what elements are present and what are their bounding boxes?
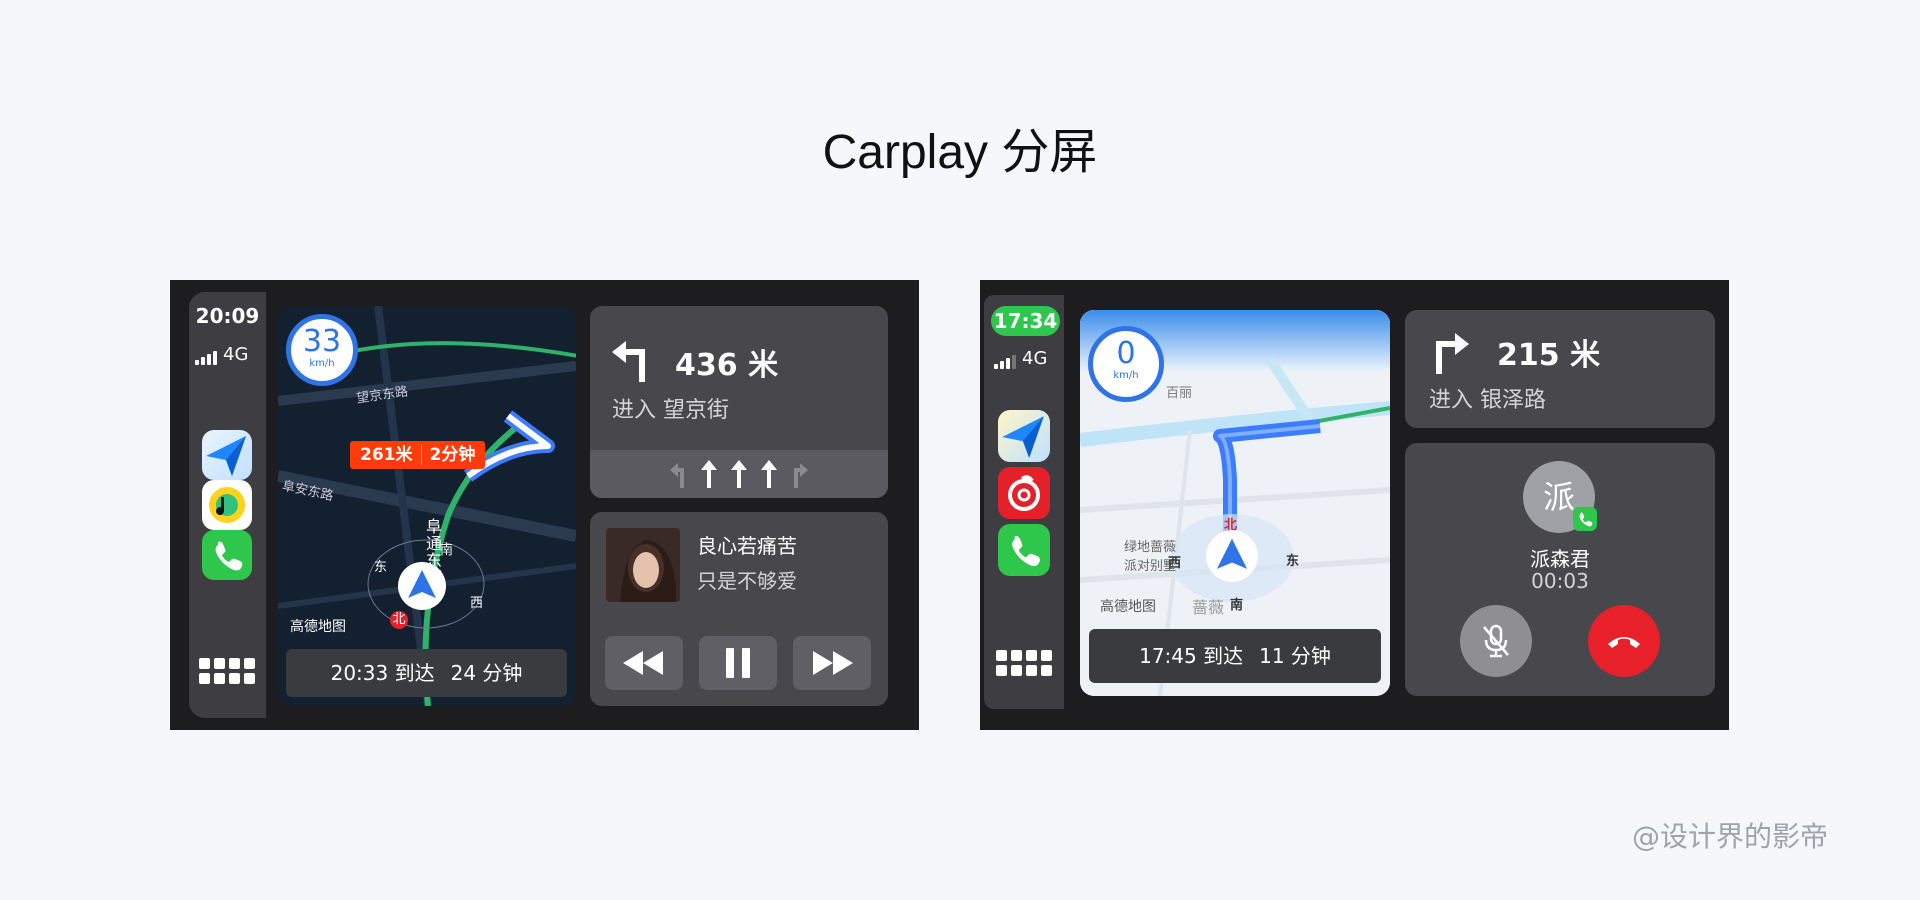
- lane-slight-right-icon: [794, 463, 808, 488]
- eta-remaining: 11 分钟: [1259, 644, 1331, 668]
- signal-bars-icon: [994, 355, 1016, 369]
- watermark: @设计界的影帝: [1631, 820, 1828, 853]
- speed-value: 33: [302, 324, 342, 359]
- nav-instruction-card[interactable]: 436 米 进入 望京街: [590, 306, 888, 498]
- nav-street: 进入 银泽路: [1429, 388, 1546, 413]
- qq-music-icon[interactable]: [202, 480, 252, 530]
- fast-forward-icon: [813, 651, 853, 675]
- eta-arrival: 17:45 到达: [1139, 644, 1244, 668]
- amap-icon[interactable]: [202, 430, 252, 480]
- dock-sidebar: 20:09 4G: [189, 292, 266, 718]
- active-call-card: 派 派森君 00:03: [1405, 443, 1715, 696]
- netease-music-icon[interactable]: [998, 467, 1050, 519]
- speed-unit: km/h: [1113, 370, 1139, 381]
- nav-instruction-card[interactable]: 215 米 进入 银泽路: [1405, 310, 1715, 428]
- signal-bars-icon: [195, 351, 217, 365]
- compass-north: 北: [390, 611, 408, 629]
- hang-up-button[interactable]: [1588, 605, 1660, 677]
- lane-straight-icon: [701, 460, 717, 488]
- vehicle-position-icon: [398, 562, 446, 610]
- eta-remaining: 24 分钟: [450, 661, 523, 685]
- album-art: [606, 528, 680, 602]
- speed-indicator: 0 km/h: [1088, 326, 1164, 402]
- route-badge-distance: 261米: [360, 445, 413, 465]
- turn-left-icon: [612, 341, 645, 382]
- nav-street: 进入 望京街: [612, 398, 729, 423]
- phone-icon[interactable]: [202, 530, 252, 580]
- phone-badge-icon: [1573, 507, 1597, 531]
- compass-south: 南: [440, 543, 454, 558]
- speed-value: 0: [1116, 336, 1136, 371]
- fast-forward-button[interactable]: [793, 636, 871, 690]
- turn-right-icon: [1436, 333, 1469, 374]
- status-time: 20:09: [195, 304, 260, 328]
- map-view[interactable]: 0 km/h 百丽 绿地蔷薇 派对别墅 蔷薇 西 东 南 北 高德地图 17:4…: [1080, 310, 1390, 696]
- hang-up-icon: [1608, 637, 1640, 648]
- status-time: 17:34: [991, 306, 1060, 336]
- pause-icon: [726, 648, 750, 678]
- mic-off-icon: [1483, 624, 1509, 658]
- eta-bar[interactable]: 20:33 到达 24 分钟: [286, 649, 567, 697]
- route-badge-time: 2分钟: [420, 445, 476, 465]
- speed-indicator: 33 km/h: [286, 314, 358, 386]
- eta-bar[interactable]: 17:45 到达 11 分钟: [1089, 629, 1381, 683]
- network-type: 4G: [223, 344, 249, 365]
- carplay-screen-call: 17:34 4G 0 km/h 百丽 绿地蔷薇 派对别墅 蔷薇 西 东 南 北 …: [980, 280, 1729, 730]
- compass-east: 东: [374, 560, 388, 575]
- song-subtitle: 只是不够爱: [697, 569, 797, 593]
- call-duration: 00:03: [1531, 569, 1589, 593]
- vehicle-position-icon: [1206, 530, 1258, 582]
- rewind-button[interactable]: [605, 636, 683, 690]
- now-playing-card[interactable]: 良心若痛苦 只是不够爱: [590, 512, 888, 706]
- route-badge: 261米 2分钟: [350, 441, 486, 469]
- amap-brand: 高德地图: [1100, 599, 1156, 615]
- amap-brand: 高德地图: [290, 619, 346, 635]
- poi-label: 百丽: [1166, 386, 1193, 401]
- pause-button[interactable]: [699, 636, 777, 690]
- map-view[interactable]: 33 km/h 261米2分钟 望京东路 阜安东路 阜通东街 东 西 南 北 高…: [278, 306, 576, 706]
- compass-west: 西: [470, 596, 484, 611]
- phone-icon[interactable]: [998, 524, 1050, 576]
- lane-slight-left-icon: [670, 463, 684, 488]
- lane-straight-icon: [731, 460, 747, 488]
- mute-button[interactable]: [1460, 605, 1532, 677]
- nav-distance: 215 米: [1497, 338, 1601, 373]
- carplay-screen-music: 20:09 4G 33 km/h 261米 2分钟 望京东路 阜安东路 阜通东 …: [170, 280, 919, 730]
- rewind-icon: [623, 651, 663, 675]
- dock-sidebar: 17:34 4G: [984, 295, 1064, 709]
- caller-name: 派森君: [1530, 547, 1590, 571]
- compass-east: 东: [1286, 554, 1300, 569]
- lane-straight-icon: [761, 460, 777, 488]
- nav-distance: 436 米: [675, 348, 779, 383]
- compass-west: 西: [1168, 556, 1182, 571]
- poi-label: 蔷薇: [1192, 598, 1225, 617]
- page-title: Carplay 分屏: [822, 126, 1098, 179]
- app-grid-icon[interactable]: [996, 650, 1052, 676]
- lane-guidance: [590, 450, 888, 498]
- amap-icon[interactable]: [998, 410, 1050, 462]
- compass-south: 南: [1230, 598, 1244, 613]
- speed-unit: km/h: [309, 358, 335, 369]
- app-grid-icon[interactable]: [199, 658, 255, 684]
- status-signal: 4G: [195, 344, 261, 365]
- network-type: 4G: [1022, 348, 1048, 369]
- status-signal: 4G: [994, 348, 1060, 369]
- eta-arrival: 20:33 到达: [330, 661, 435, 685]
- song-title: 良心若痛苦: [697, 534, 797, 558]
